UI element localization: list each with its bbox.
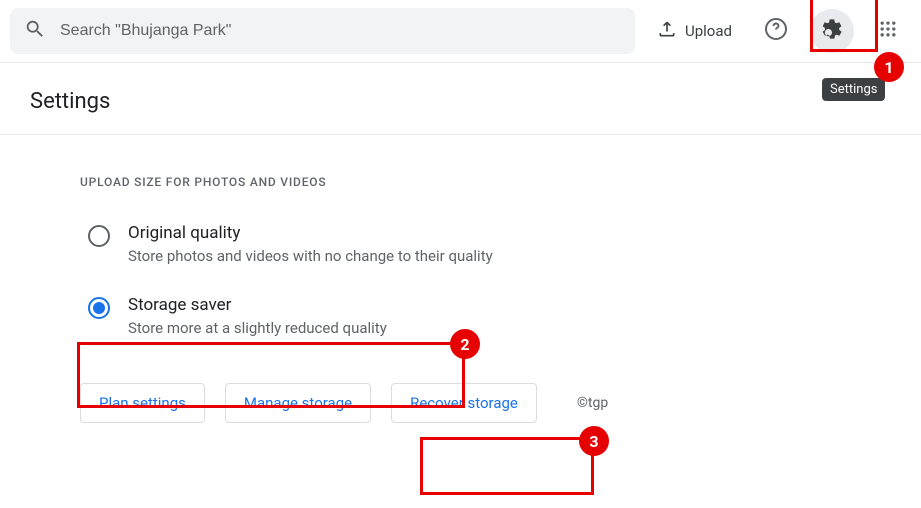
- annotation-highlight-3: [420, 437, 594, 495]
- apps-grid-icon: [878, 19, 898, 43]
- radio-original-quality[interactable]: Original quality Store photos and videos…: [80, 217, 841, 271]
- upload-icon: [657, 19, 677, 43]
- search-icon: [24, 18, 46, 44]
- upload-label: Upload: [685, 22, 732, 40]
- help-button[interactable]: [754, 9, 798, 53]
- radio-title: Storage saver: [128, 295, 387, 315]
- search-input[interactable]: [60, 22, 621, 40]
- manage-storage-button[interactable]: Manage storage: [225, 383, 371, 423]
- upload-size-section: UPLOAD SIZE FOR PHOTOS AND VIDEOS Origin…: [0, 135, 921, 423]
- radio-desc: Store more at a slightly reduced quality: [128, 319, 387, 337]
- apps-button[interactable]: [866, 9, 910, 53]
- upload-button[interactable]: Upload: [647, 11, 742, 51]
- radio-title: Original quality: [128, 223, 493, 243]
- plan-settings-button[interactable]: Plan settings: [80, 383, 205, 423]
- page-title: Settings: [0, 63, 921, 134]
- settings-tooltip: Settings: [822, 78, 885, 101]
- recover-storage-button[interactable]: Recover storage: [391, 383, 537, 423]
- settings-button[interactable]: [810, 9, 854, 53]
- header: Upload: [0, 0, 921, 62]
- radio-unchecked-icon: [88, 225, 110, 247]
- button-row: Plan settings Manage storage Recover sto…: [80, 383, 841, 423]
- search-box[interactable]: [10, 8, 635, 54]
- copyright-text: ©tgp: [577, 395, 608, 411]
- radio-checked-icon: [88, 297, 110, 319]
- annotation-badge-2: 2: [450, 329, 480, 359]
- annotation-badge-3: 3: [579, 426, 609, 456]
- gear-icon: [820, 17, 844, 45]
- section-label: UPLOAD SIZE FOR PHOTOS AND VIDEOS: [80, 175, 841, 189]
- annotation-badge-1: 1: [874, 52, 904, 82]
- help-icon: [764, 17, 788, 45]
- radio-desc: Store photos and videos with no change t…: [128, 247, 493, 265]
